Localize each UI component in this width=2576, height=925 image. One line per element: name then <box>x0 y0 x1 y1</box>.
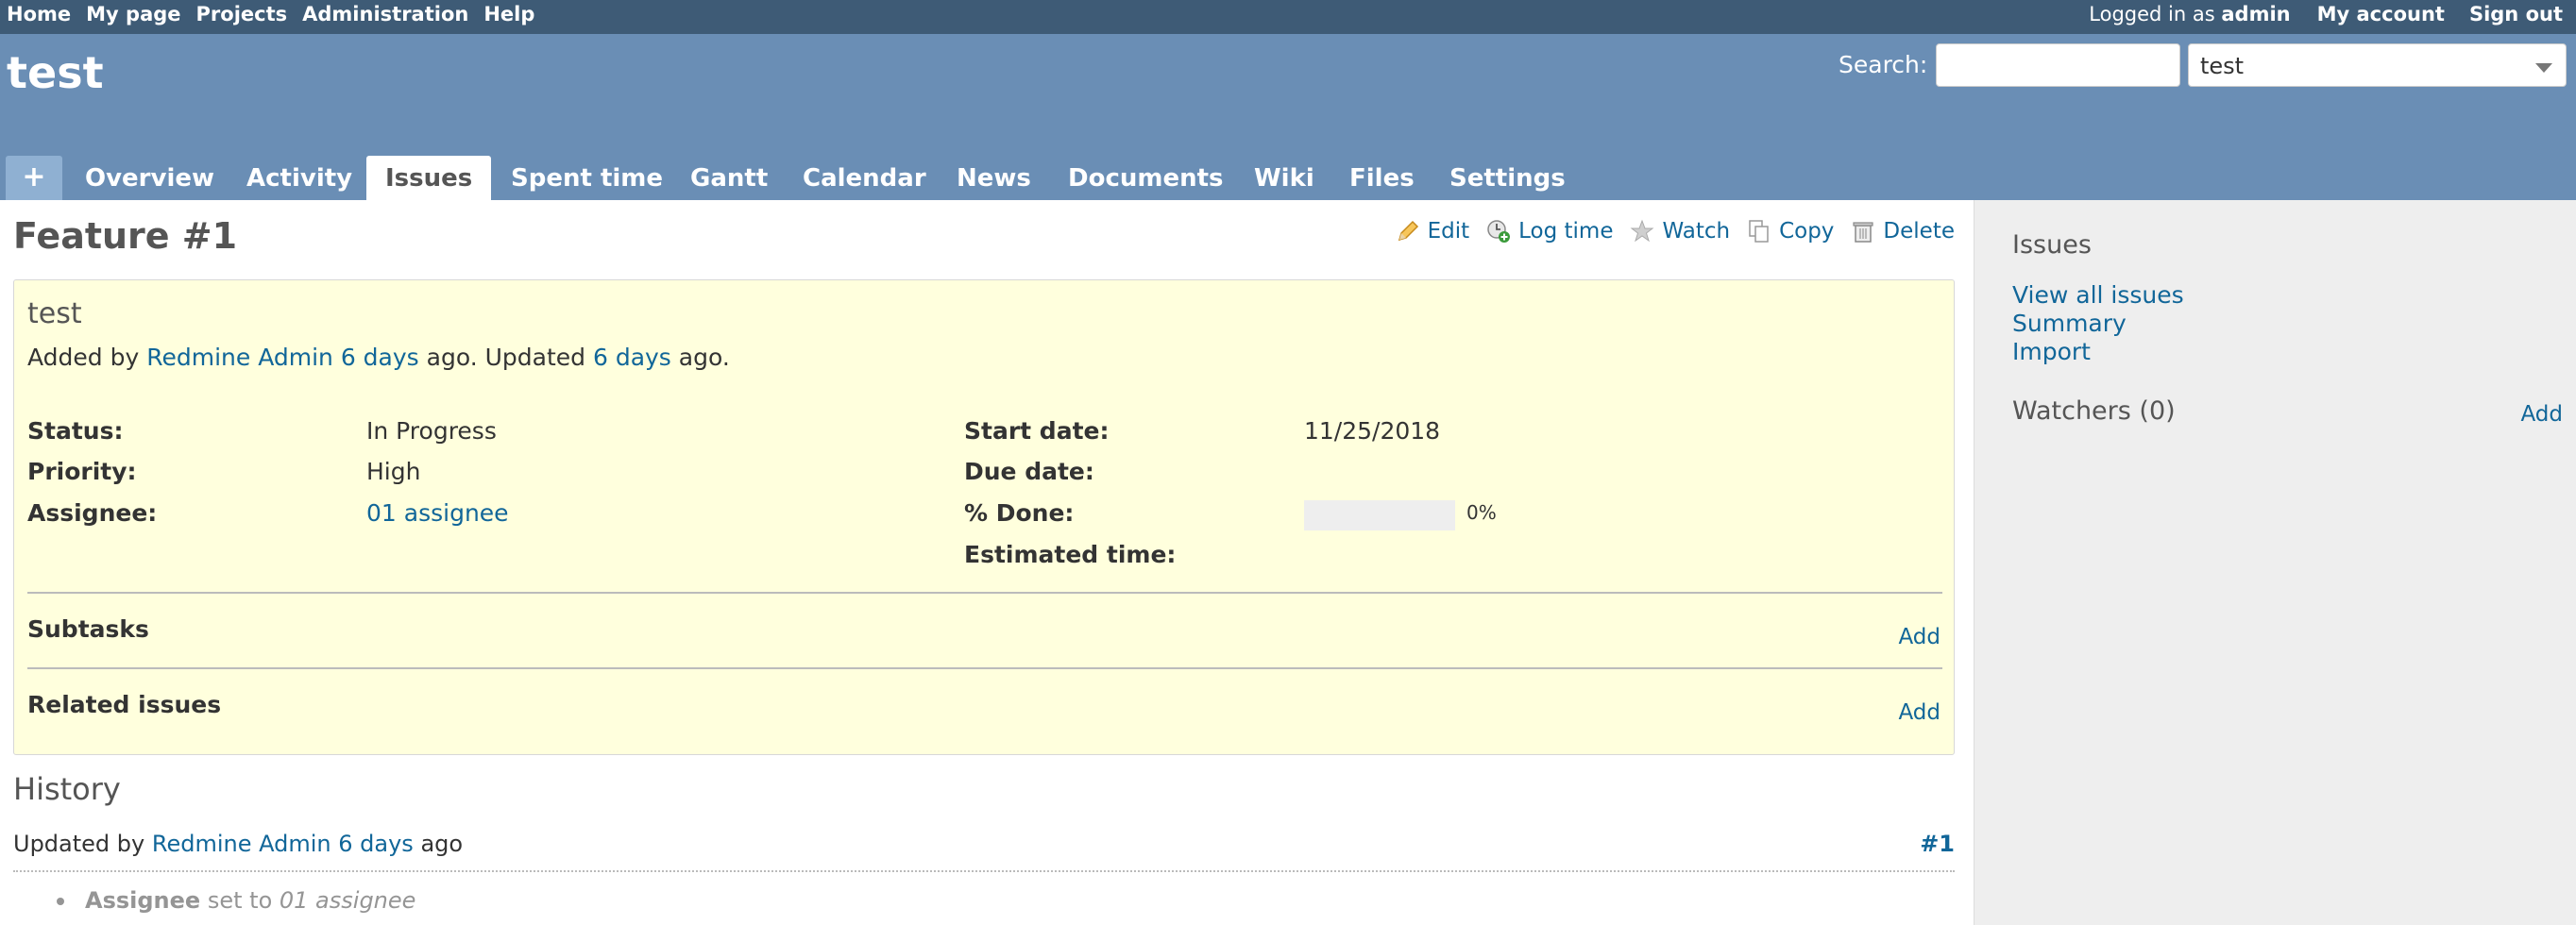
search-label: Search: <box>1839 51 1928 78</box>
top-menu-left: Home My page Projects Administration Hel… <box>7 3 550 25</box>
priority-value: High <box>366 458 421 485</box>
sidebar-issues-title: Issues <box>2012 230 2092 260</box>
logged-in-prefix: Logged in as <box>2089 3 2215 25</box>
author-link[interactable]: Redmine Admin <box>146 344 333 371</box>
status-label: Status: <box>27 417 124 445</box>
chevron-down-icon <box>2535 63 2552 73</box>
journal-author-link[interactable]: Redmine Admin <box>152 831 331 857</box>
logged-in-user[interactable]: admin <box>2221 3 2290 25</box>
my-account-link[interactable]: My account <box>2317 3 2445 25</box>
updated-ago-link[interactable]: 6 days <box>593 344 671 371</box>
estimated-time-label: Estimated time: <box>964 541 1177 568</box>
sidebar-summary[interactable]: Summary <box>2012 310 2127 337</box>
journal-header: Updated by Redmine Admin 6 days ago #1 <box>13 831 1955 872</box>
journal-number-link[interactable]: #1 <box>1920 831 1955 857</box>
assignee-label: Assignee: <box>27 499 158 527</box>
tab-settings[interactable]: Settings <box>1449 156 1566 200</box>
ago-text: ago. <box>678 344 730 371</box>
copy-icon <box>1749 220 1769 243</box>
top-menu-help[interactable]: Help <box>483 3 534 25</box>
main-menu-tabs: + Overview Activity Issues Spent time Ga… <box>0 156 2576 200</box>
subtasks-title: Subtasks <box>27 615 149 643</box>
top-menu-projects[interactable]: Projects <box>196 3 288 25</box>
star-icon <box>1630 219 1654 243</box>
added-by-text: Added by <box>27 344 140 371</box>
issue-author-line: Added by Redmine Admin 6 days ago. Updat… <box>27 344 730 371</box>
start-date-label: Start date: <box>964 417 1110 445</box>
clock-add-icon <box>1487 220 1511 243</box>
tab-documents[interactable]: Documents <box>1068 156 1224 200</box>
tab-files[interactable]: Files <box>1349 156 1415 200</box>
account-menu: Logged in as admin My account Sign out <box>2089 3 2563 25</box>
watch-button[interactable]: Watch <box>1630 219 1730 244</box>
sign-out-link[interactable]: Sign out <box>2469 3 2563 25</box>
status-value: In Progress <box>366 417 497 445</box>
add-related-issue-link[interactable]: Add <box>1898 700 1940 725</box>
logged-in-as: Logged in as admin <box>2089 3 2290 25</box>
watchers-title: Watchers (0) <box>2012 396 2176 426</box>
issue-heading: Feature #1 <box>13 215 238 257</box>
issue-actions: Edit Log time Watch Copy Delete <box>1379 219 1955 244</box>
done-percent: 0% <box>1466 501 1497 524</box>
start-date-value: 11/25/2018 <box>1304 417 1441 445</box>
new-object-button[interactable]: + <box>6 156 62 200</box>
related-issues-title: Related issues <box>27 691 222 718</box>
project-jump-select[interactable]: test <box>2188 43 2567 87</box>
tab-calendar[interactable]: Calendar <box>803 156 926 200</box>
journal-detail: Assignee set to 01 assignee <box>57 887 415 914</box>
history-title: History <box>13 771 121 807</box>
delete-label: Delete <box>1883 219 1955 244</box>
top-menu-administration[interactable]: Administration <box>302 3 468 25</box>
trash-icon <box>1853 222 1874 243</box>
log-time-label: Log time <box>1518 219 1614 244</box>
top-menu-home[interactable]: Home <box>7 3 71 25</box>
journal-detail-value: 01 assignee <box>279 887 416 914</box>
edit-button[interactable]: Edit <box>1396 219 1470 244</box>
done-progress-bar <box>1304 500 1455 530</box>
copy-label: Copy <box>1779 219 1835 244</box>
add-subtask-link[interactable]: Add <box>1898 625 1940 649</box>
divider <box>27 592 1942 594</box>
project-select-value: test <box>2200 53 2245 79</box>
tab-overview[interactable]: Overview <box>85 156 214 200</box>
bullet-icon <box>57 898 64 905</box>
journal-updated-by: Updated by <box>13 831 145 857</box>
main-content: Feature #1 Edit Log time Watch Copy Dele… <box>0 200 1974 925</box>
search-input[interactable] <box>1936 43 2180 87</box>
sidebar-import[interactable]: Import <box>2012 338 2091 365</box>
add-watcher-link[interactable]: Add <box>2520 402 2563 427</box>
tab-spent-time[interactable]: Spent time <box>511 156 663 200</box>
updated-text: ago. Updated <box>426 344 586 371</box>
tab-issues[interactable]: Issues <box>366 156 492 200</box>
divider <box>27 667 1942 669</box>
tab-news[interactable]: News <box>957 156 1031 200</box>
added-ago-link[interactable]: 6 days <box>341 344 419 371</box>
due-date-label: Due date: <box>964 458 1094 485</box>
top-menu-my-page[interactable]: My page <box>86 3 180 25</box>
journal-ago-text: ago <box>420 831 464 857</box>
copy-button[interactable]: Copy <box>1747 219 1834 244</box>
sidebar: Issues View all issues Summary Import Wa… <box>1974 200 2576 925</box>
delete-button[interactable]: Delete <box>1851 219 1955 244</box>
tab-wiki[interactable]: Wiki <box>1254 156 1314 200</box>
tab-activity[interactable]: Activity <box>246 156 352 200</box>
pencil-icon <box>1398 220 1418 242</box>
top-menu: Home My page Projects Administration Hel… <box>0 0 2576 34</box>
issue-subject: test <box>27 297 82 330</box>
priority-label: Priority: <box>27 458 137 485</box>
project-title: test <box>7 47 104 98</box>
issue-details-box: test Added by Redmine Admin 6 days ago. … <box>13 279 1955 755</box>
journal-detail-mid: set to <box>207 887 273 914</box>
log-time-button[interactable]: Log time <box>1486 219 1613 244</box>
done-label: % Done: <box>964 499 1075 527</box>
journal-ago-link[interactable]: 6 days <box>338 831 414 857</box>
sidebar-view-all-issues[interactable]: View all issues <box>2012 281 2184 309</box>
watch-label: Watch <box>1662 219 1731 244</box>
assignee-link[interactable]: 01 assignee <box>366 499 509 527</box>
journal-detail-field: Assignee <box>85 887 201 914</box>
edit-label: Edit <box>1427 219 1470 244</box>
tab-gantt[interactable]: Gantt <box>690 156 768 200</box>
